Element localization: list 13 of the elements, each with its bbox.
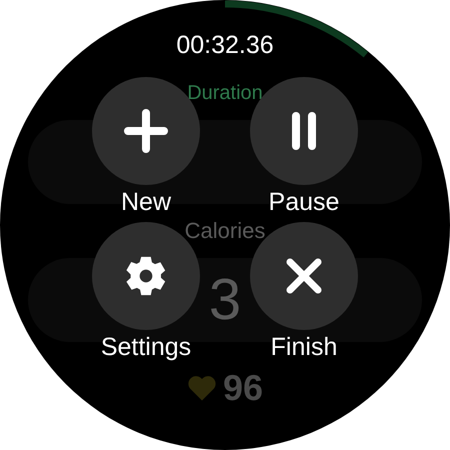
button-label: Settings [100,332,192,363]
button-label: Finish [270,332,338,363]
calories-label: Calories [184,217,266,245]
pause-icon [289,111,319,151]
button-label: Pause [268,187,340,218]
duration-label: Duration [187,81,263,106]
button-label: New [120,187,171,218]
heart-rate-value: 96 [222,368,264,408]
calories-value: 3 [208,266,242,334]
heart-icon [186,374,217,402]
plus-icon [122,107,170,155]
elapsed-time: 00:32.36 [176,30,274,60]
close-icon [284,256,324,296]
